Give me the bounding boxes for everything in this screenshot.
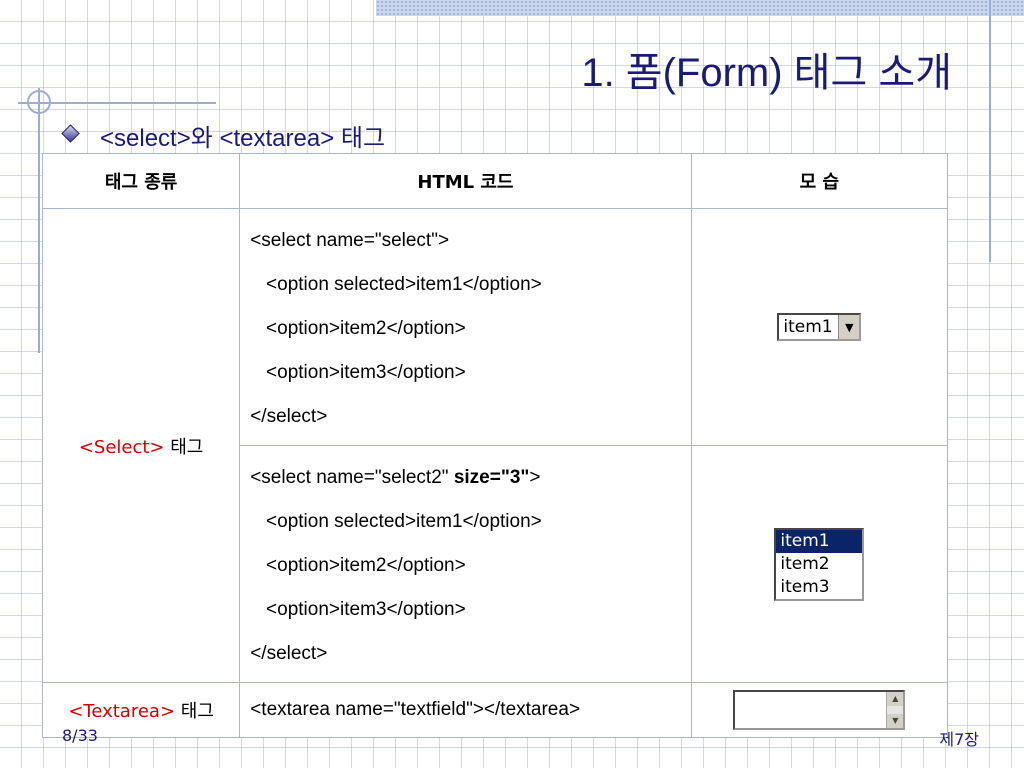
textarea-input-area[interactable]	[735, 692, 886, 728]
code-line: <select name="select2" size="3">	[250, 456, 690, 500]
textarea-tag-name: <Textarea>	[68, 701, 176, 722]
tag-comparison-table: 태그 종류 HTML 코드 모 습 <Select> 태그 <select na…	[41, 153, 949, 738]
listbox-option[interactable]: item2	[776, 553, 862, 576]
code-line: <option>item3</option>	[250, 362, 466, 383]
top-decor-band	[376, 0, 1024, 16]
slide-subtitle: <select>와 <textarea> 태그	[100, 125, 386, 152]
header-tag-type: 태그 종류	[41, 153, 241, 209]
header-html-code: HTML 코드	[239, 153, 692, 209]
textarea-tag-suffix: 태그	[180, 701, 214, 722]
code-line: <option>item2</option>	[250, 555, 466, 576]
code-line: <option>item3</option>	[250, 599, 466, 620]
textarea-preview[interactable]: ▲ ▼	[733, 690, 906, 730]
listbox-option[interactable]: item1	[776, 529, 863, 553]
select2-code-cell: <select name="select2" size="3"> <option…	[239, 445, 692, 683]
textarea-scrollbar[interactable]: ▲ ▼	[886, 692, 904, 728]
select-preview-cell: item1 ▼	[690, 208, 949, 446]
select-tag-suffix: 태그	[170, 436, 204, 458]
select-tag-name: <Select>	[78, 436, 165, 458]
triangle-down-icon[interactable]: ▼	[838, 315, 860, 339]
code-text: >	[529, 467, 541, 488]
code-line: <option selected>item1</option>	[250, 274, 542, 295]
left-decor-vline	[38, 88, 40, 353]
dropdown-selected-value: item1	[783, 317, 833, 337]
slide-title: 1. 폼(Form) 태그 소개	[581, 51, 952, 95]
code-size-attribute: size="3"	[453, 467, 530, 488]
listbox-option[interactable]: item3	[776, 576, 862, 599]
chapter-label: 제7장	[939, 730, 979, 749]
select-tag-cell: <Select> 태그	[41, 208, 241, 683]
header-appearance: 모 습	[690, 153, 949, 209]
code-line: <textarea name="textfield"></textarea>	[250, 699, 581, 720]
code-line: <option>item2</option>	[250, 318, 466, 339]
listbox-preview-cell: item1 item2 item3	[690, 445, 949, 683]
textarea-preview-cell: ▲ ▼	[690, 682, 949, 738]
triangle-up-icon[interactable]: ▲	[887, 692, 904, 706]
code-line: <option selected>item1</option>	[250, 511, 542, 532]
listbox-select-preview[interactable]: item1 item2 item3	[774, 527, 865, 601]
left-decor-circle	[27, 90, 51, 114]
select-code-cell: <select name="select"> <option selected>…	[239, 208, 692, 446]
code-line: <select name="select">	[250, 230, 450, 251]
table-header-row: 태그 종류 HTML 코드 모 습	[41, 153, 949, 209]
diamond-bullet-icon	[61, 124, 80, 143]
triangle-down-icon[interactable]: ▼	[887, 714, 904, 728]
code-text: <select name="select2"	[250, 467, 454, 488]
textarea-code-cell: <textarea name="textfield"></textarea>	[239, 682, 692, 738]
code-line: </select>	[250, 406, 328, 427]
right-decor-line	[989, 0, 991, 262]
code-line: </select>	[250, 643, 328, 664]
page-number: 8/33	[62, 726, 98, 745]
select-row-1: <Select> 태그 <select name="select"> <opti…	[41, 208, 949, 683]
dropdown-select-preview[interactable]: item1 ▼	[777, 313, 862, 341]
textarea-row: <Textarea> 태그 <textarea name="textfield"…	[41, 682, 949, 738]
